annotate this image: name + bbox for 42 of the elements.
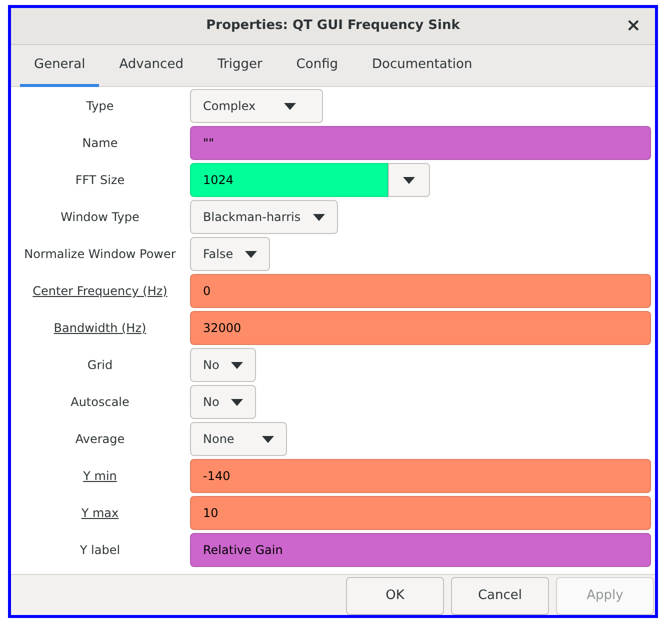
dropdown[interactable]: None [190,422,288,456]
text-field[interactable]: 10 [190,496,651,530]
caret-icon [245,250,258,258]
dropdown[interactable]: No [190,385,256,419]
text-field[interactable]: 0 [190,274,651,308]
field-label: Bandwidth (Hz) [52,320,148,337]
field-label: Y label [78,542,122,559]
field-label: Center Frequency (Hz) [32,283,168,300]
caret-icon [262,436,274,442]
cancel-button[interactable]: Cancel [451,576,549,614]
caret-icon [231,362,244,368]
dropdown-button[interactable] [388,163,430,197]
caret-icon [231,398,244,406]
field-label: Y max [80,505,120,522]
field-label: Type [85,98,115,115]
field-label: Normalize Window Power [23,246,177,263]
text-field[interactable]: 1024 [190,163,388,197]
field-label: Y min [82,468,118,485]
dropdown[interactable]: Complex [190,89,323,123]
dropdown[interactable]: No [190,348,256,382]
tab[interactable]: Trigger [203,45,276,87]
dropdown[interactable]: False [190,237,270,271]
field-label: Autoscale [70,394,130,411]
tab[interactable]: Config [282,45,352,87]
text-field[interactable]: -140 [190,459,651,493]
window-title: Properties: QT GUI Frequency Sink [206,17,460,36]
field-label: Grid [86,357,114,374]
text-field[interactable]: Relative Gain [190,533,651,567]
caret-icon [312,214,325,220]
text-field[interactable]: 32000 [190,311,651,345]
field-label: Window Type [60,209,140,226]
tab[interactable]: Advanced [105,45,198,87]
text-field[interactable]: "" [190,126,651,160]
ok-button[interactable]: OK [346,576,444,614]
field-label: Name [81,135,119,152]
field-label: Average [74,431,126,448]
dropdown[interactable]: Blackman-harris [190,200,338,234]
field-label: FFT Size [74,172,126,189]
caret-icon [403,176,415,184]
tab[interactable]: Documentation [358,45,486,87]
close-button[interactable]: × [620,17,647,35]
caret-icon [284,102,296,110]
